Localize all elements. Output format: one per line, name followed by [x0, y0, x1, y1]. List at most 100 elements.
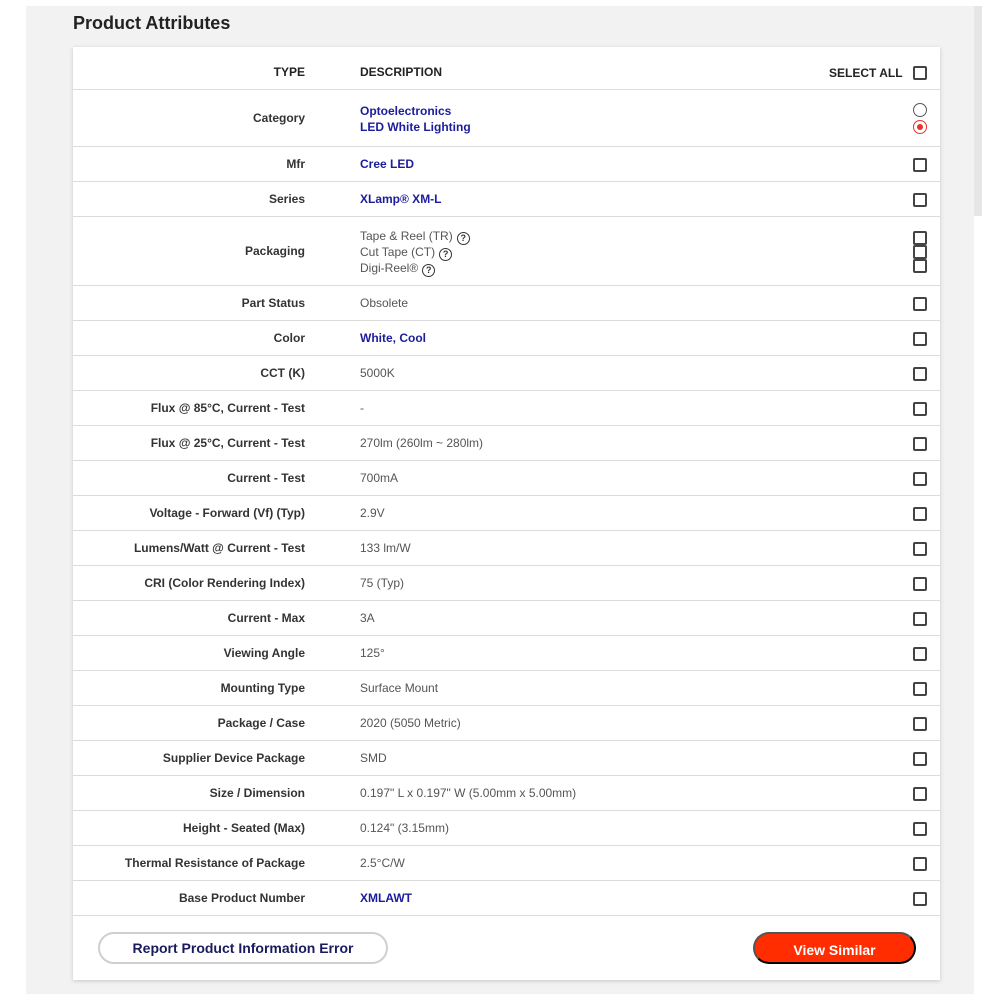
table-row: Viewing Angle 125° [73, 636, 940, 671]
description-text: - [360, 401, 364, 415]
description-text: 2.9V [360, 506, 385, 520]
description-text: 125° [360, 646, 385, 660]
row-checkbox[interactable] [913, 332, 927, 346]
attribute-type: Mfr [286, 157, 305, 171]
question-circle-icon[interactable]: ? [456, 232, 470, 245]
description-link[interactable]: Cree LED [360, 157, 414, 171]
description-text: 2020 (5050 Metric) [360, 716, 461, 730]
row-checkbox[interactable] [913, 231, 927, 245]
description-text: 0.197" L x 0.197" W (5.00mm x 5.00mm) [360, 786, 577, 800]
attribute-type: Color [273, 331, 305, 345]
row-checkbox[interactable] [913, 717, 927, 731]
table-row: Size / Dimension 0.197" L x 0.197" W (5.0… [73, 776, 940, 811]
row-checkbox[interactable] [913, 245, 927, 259]
row-checkbox[interactable] [913, 297, 927, 311]
attribute-type: Viewing Angle [223, 646, 305, 660]
header-type: TYPE [273, 65, 305, 79]
table-row: Thermal Resistance of Package 2.5°C/W [73, 846, 940, 881]
attribute-type: Base Product Number [178, 891, 305, 905]
question-circle-icon[interactable]: ? [422, 264, 436, 277]
attribute-description: Optoelectronics LED White Lighting [360, 104, 471, 136]
row-checkbox[interactable] [913, 259, 927, 273]
row-checkbox[interactable] [913, 612, 927, 626]
row-checkbox[interactable] [913, 892, 927, 906]
row-checkbox[interactable] [913, 542, 927, 556]
description-text: Cut Tape (CT) [360, 245, 436, 259]
description-text: Digi-Reel® [360, 261, 419, 275]
attribute-type: Mounting Type [220, 681, 305, 695]
description-link[interactable]: LED White Lighting [360, 120, 471, 134]
table-row: Package / Case 2020 (5050 Metric) [73, 706, 940, 741]
header-description: DESCRIPTION [360, 65, 443, 79]
row-checkbox[interactable] [913, 752, 927, 766]
attribute-type: Thermal Resistance of Package [124, 856, 305, 870]
question-circle-icon[interactable]: ? [439, 248, 453, 261]
attribute-type: Series [268, 192, 305, 206]
attributes-table: TYPE DESCRIPTION SELECT ALL Category Opto… [73, 47, 940, 980]
description-link[interactable]: White, Cool [360, 331, 426, 345]
attribute-type: Size / Dimension [209, 786, 305, 800]
table-row: Base Product Number XMLAWT [73, 881, 940, 916]
description-link[interactable]: XLamp® XM-L [360, 192, 442, 206]
description-text: Surface Mount [360, 681, 439, 695]
row-checkbox[interactable] [913, 577, 927, 591]
radio-selected[interactable] [913, 120, 927, 134]
row-checkbox[interactable] [913, 822, 927, 836]
description-text: SMD [360, 751, 387, 765]
section-title: Product Attributes [73, 13, 231, 33]
description-text: 75 (Typ) [360, 576, 405, 590]
scrollbar-track [974, 6, 982, 216]
table-row: Lumens/Watt @ Current - Test 133 lm/W [73, 531, 940, 566]
table-row: Height - Seated (Max) 0.124" (3.15mm) [73, 811, 940, 846]
description-link[interactable]: XMLAWT [360, 891, 412, 905]
row-checkbox[interactable] [913, 682, 927, 696]
row-checkbox[interactable] [913, 787, 927, 801]
attribute-type: CRI (Color Rendering Index) [144, 576, 305, 590]
attribute-type: Lumens/Watt @ Current - Test [133, 541, 305, 555]
table-row: Voltage - Forward (Vf) (Typ) 2.9V [73, 496, 940, 531]
row-checkbox[interactable] [913, 437, 927, 451]
row-checkbox[interactable] [913, 647, 927, 661]
table-row: Mfr Cree LED [73, 147, 940, 182]
attribute-type: Category [252, 111, 305, 125]
attribute-type: Package / Case [217, 716, 305, 730]
row-checkbox[interactable] [913, 472, 927, 486]
description-text: Tape & Reel (TR) [360, 229, 453, 243]
table-row: Mounting Type Surface Mount [73, 671, 940, 706]
radio-unselected[interactable] [913, 103, 927, 117]
attribute-type: Flux @ 25°C, Current - Test [150, 436, 305, 450]
description-link[interactable]: Optoelectronics [360, 104, 451, 118]
select-all-checkbox[interactable] [913, 66, 927, 80]
attribute-type: Supplier Device Package [162, 751, 305, 765]
table-row: Current - Max 3A [73, 601, 940, 636]
table-row: Flux @ 25°C, Current - Test 270lm (260lm … [73, 426, 940, 461]
table-row: Series XLamp® XM-L [73, 182, 940, 217]
row-checkbox[interactable] [913, 402, 927, 416]
select-all-label: SELECT ALL [829, 66, 903, 80]
attribute-description: Tape & Reel (TR)? Cut Tape (CT)? Digi-Reel… [360, 229, 470, 277]
table-row: CRI (Color Rendering Index) 75 (Typ) [73, 566, 940, 601]
row-checkbox[interactable] [913, 367, 927, 381]
row-checkbox[interactable] [913, 193, 927, 207]
description-text: 270lm (260lm ~ 280lm) [360, 436, 484, 450]
row-checkbox[interactable] [913, 857, 927, 871]
table-row: Color White, Cool [73, 321, 940, 356]
description-text: Obsolete [360, 296, 409, 310]
row-checkbox[interactable] [913, 158, 927, 172]
table-row: Current - Test 700mA [73, 461, 940, 496]
table-row: Part Status Obsolete [73, 286, 940, 321]
description-text: 133 lm/W [360, 541, 411, 555]
description-text: 2.5°C/W [360, 856, 405, 870]
table-row: Flux @ 85°C, Current - Test - [73, 391, 940, 426]
table-row: Packaging Tape & Reel (TR)? Cut Tape (CT)?… [73, 217, 940, 286]
table-header-row: TYPE DESCRIPTION SELECT ALL [73, 47, 940, 90]
description-text: 5000K [360, 366, 395, 380]
view-similar-button[interactable]: View Similar [753, 932, 916, 964]
attribute-type: Current - Max [227, 611, 305, 625]
attribute-type: Current - Test [227, 471, 305, 485]
report-error-button[interactable]: Report Product Information Error [98, 932, 388, 964]
row-checkbox[interactable] [913, 507, 927, 521]
description-text: 0.124" (3.15mm) [360, 821, 449, 835]
description-text: 3A [360, 611, 375, 625]
attribute-type: Part Status [241, 296, 305, 310]
